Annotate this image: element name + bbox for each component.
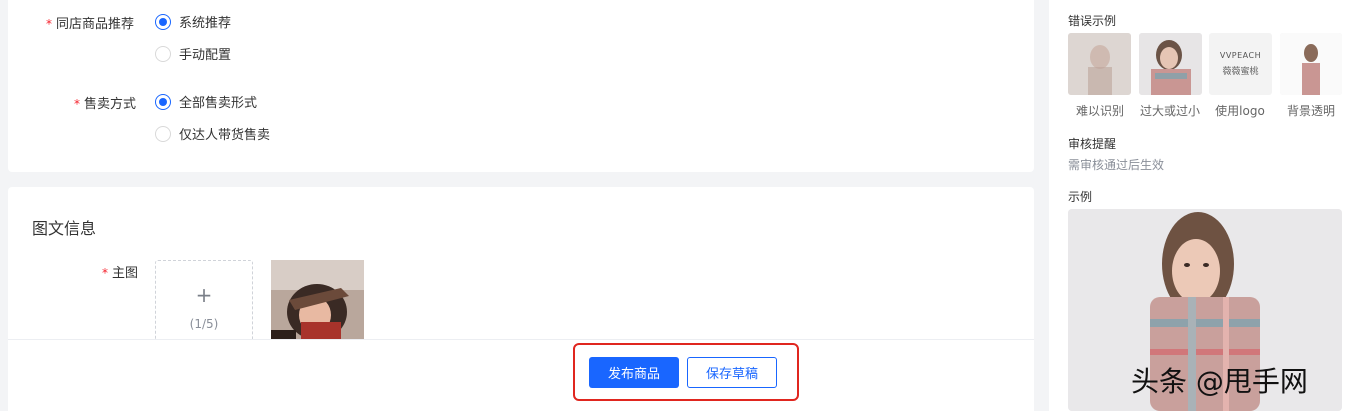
radio-label: 手动配置 bbox=[179, 48, 232, 63]
error-examples-title: 错误示例 bbox=[1068, 14, 1117, 28]
watermark-text: 头条 @甩手网 bbox=[1131, 365, 1308, 398]
radio-unchecked-icon bbox=[155, 125, 171, 142]
radio-label: 全部售卖形式 bbox=[179, 96, 258, 111]
section-title: 图文信息 bbox=[32, 219, 97, 238]
radio-system-recommend[interactable]: 系统推荐 bbox=[155, 12, 231, 31]
radio-all-sale-forms[interactable]: 全部售卖形式 bbox=[155, 92, 257, 111]
publish-button[interactable]: 发布商品 bbox=[589, 357, 679, 388]
footer-action-bar: 发布商品 保存草稿 bbox=[8, 339, 1034, 411]
review-reminder-text: 需审核通过后生效 bbox=[1068, 158, 1165, 172]
same-store-label: * 同店商品推荐 bbox=[46, 17, 135, 32]
product-settings-card: * 同店商品推荐 系统推荐 手动配置 * 售卖方式 全部售卖形式 仅达人带货售卖 bbox=[8, 0, 1034, 172]
product-photo-image bbox=[271, 260, 364, 350]
review-reminder-title: 审核提醒 bbox=[1068, 137, 1117, 151]
example-size-image bbox=[1139, 33, 1202, 95]
required-mark: * bbox=[102, 266, 108, 280]
required-mark: * bbox=[46, 17, 52, 31]
example-label: 过大或过小 bbox=[1139, 104, 1200, 118]
guide-sidebar: 错误示例 VVPEACH 薇薇蜜桃 难以识别 过大或过小 使用logo 背景透明… bbox=[1049, 0, 1361, 411]
example-label: 使用logo bbox=[1215, 104, 1265, 118]
sale-method-label: * 售卖方式 bbox=[74, 97, 137, 112]
example-transparent-bg-image bbox=[1280, 33, 1342, 95]
main-image-thumbnail[interactable] bbox=[271, 260, 364, 350]
upload-count: (1/5) bbox=[189, 317, 219, 331]
save-draft-button[interactable]: 保存草稿 bbox=[687, 357, 777, 388]
example-label: 难以识别 bbox=[1075, 104, 1124, 118]
radio-checked-icon bbox=[155, 13, 171, 30]
radio-unchecked-icon bbox=[155, 45, 171, 62]
sample-title: 示例 bbox=[1068, 190, 1093, 204]
radio-influencer-only[interactable]: 仅达人带货售卖 bbox=[155, 124, 270, 143]
required-mark: * bbox=[74, 97, 80, 111]
radio-checked-icon bbox=[155, 93, 171, 110]
radio-label: 仅达人带货售卖 bbox=[179, 128, 271, 143]
radio-label: 系统推荐 bbox=[179, 16, 232, 31]
radio-manual-config[interactable]: 手动配置 bbox=[155, 44, 231, 63]
example-unrecognizable-image bbox=[1068, 33, 1131, 95]
example-label: 背景透明 bbox=[1286, 104, 1335, 118]
main-image-label: * 主图 bbox=[102, 266, 139, 281]
example-logo-image: VVPEACH 薇薇蜜桃 bbox=[1209, 33, 1272, 95]
plus-icon: + bbox=[195, 283, 213, 307]
